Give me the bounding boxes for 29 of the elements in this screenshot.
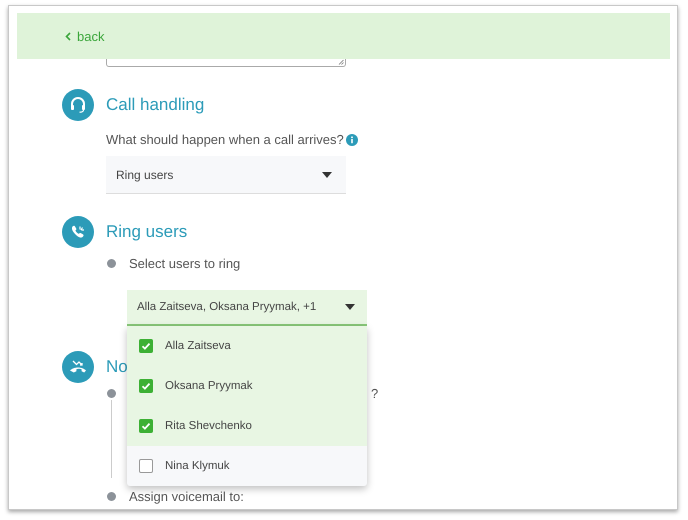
checkbox[interactable] (139, 379, 153, 393)
question-label: What should happen when a call arrives? (106, 132, 344, 147)
step-label: ? (371, 386, 378, 401)
info-icon (346, 134, 358, 146)
checkbox[interactable] (139, 459, 153, 473)
text-area[interactable] (106, 59, 346, 67)
checkbox[interactable] (139, 339, 153, 353)
caret-icon (345, 304, 355, 310)
missed-call-icon (62, 351, 94, 383)
step-bullet (107, 389, 116, 398)
step-bullet (107, 259, 116, 268)
user-option[interactable]: Nina Klymuk (127, 446, 367, 486)
step-label: Assign voicemail to: (129, 489, 244, 504)
section-title: Ring users (106, 222, 188, 242)
section-title: No (106, 357, 128, 377)
chevron-left-icon (65, 32, 71, 40)
users-multiselect[interactable]: Alla Zaitseva, Oksana Pryymak, +1 (127, 290, 367, 326)
user-option[interactable]: Rita Shevchenko (127, 406, 367, 446)
user-option[interactable]: Alla Zaitseva (127, 326, 367, 366)
call-action-dropdown[interactable]: Ring users (106, 156, 346, 194)
phone-ringing-icon (62, 216, 94, 248)
user-option[interactable]: Oksana Pryymak (127, 366, 367, 406)
checkbox[interactable] (139, 419, 153, 433)
resize-grip-icon (338, 59, 344, 65)
section-title: Call handling (106, 95, 204, 115)
headset-icon (62, 89, 94, 121)
step-bullet (107, 492, 116, 501)
step-label: Select users to ring (129, 256, 240, 271)
caret-icon (322, 172, 332, 178)
